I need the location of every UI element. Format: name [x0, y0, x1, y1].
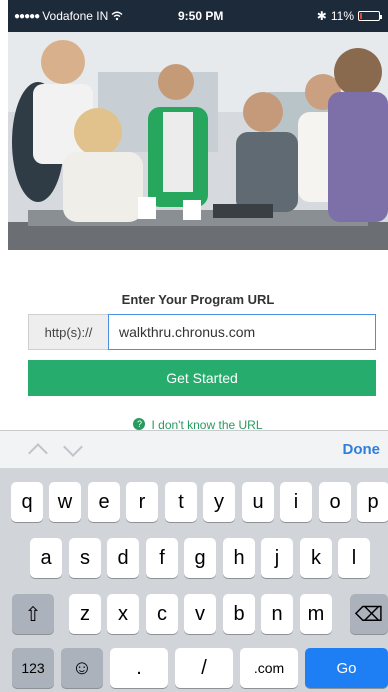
key-f[interactable]: f — [146, 538, 178, 578]
numbers-key[interactable]: 123 — [12, 648, 54, 688]
url-row: http(s):// — [28, 314, 376, 350]
key-b[interactable]: b — [223, 594, 255, 634]
period-key[interactable]: . — [110, 648, 168, 688]
go-key[interactable]: Go — [305, 648, 388, 688]
key-j[interactable]: j — [261, 538, 293, 578]
key-w[interactable]: w — [49, 482, 81, 522]
key-r[interactable]: r — [126, 482, 158, 522]
dont-know-url-link[interactable]: ? I don't know the URL — [8, 418, 388, 430]
key-m[interactable]: m — [300, 594, 332, 634]
get-started-button[interactable]: Get Started — [28, 360, 376, 396]
hero-image — [8, 32, 388, 250]
backspace-key[interactable]: ⌫ — [350, 594, 388, 634]
key-y[interactable]: y — [203, 482, 235, 522]
key-l[interactable]: l — [338, 538, 370, 578]
program-url-form: Enter Your Program URL http(s):// Get St… — [8, 250, 388, 430]
program-url-input[interactable] — [108, 314, 376, 350]
keyboard: q w e r t y u i o p a s d f g h j k l ⇧ … — [0, 468, 388, 692]
key-z[interactable]: z — [69, 594, 101, 634]
key-g[interactable]: g — [184, 538, 216, 578]
status-bar: ●●●●● Vodafone IN 9:50 PM ✱ 11% — [8, 0, 388, 32]
wifi-icon — [111, 11, 123, 21]
key-o[interactable]: o — [319, 482, 351, 522]
key-x[interactable]: x — [107, 594, 139, 634]
help-icon: ? — [133, 418, 146, 430]
chevron-up-icon[interactable] — [28, 443, 48, 463]
bluetooth-icon: ✱ — [316, 9, 327, 23]
key-u[interactable]: u — [242, 482, 274, 522]
key-s[interactable]: s — [69, 538, 101, 578]
key-t[interactable]: t — [165, 482, 197, 522]
battery-fill — [360, 13, 362, 19]
clock: 9:50 PM — [178, 9, 224, 23]
slash-key[interactable]: / — [175, 648, 233, 688]
key-e[interactable]: e — [88, 482, 120, 522]
key-a[interactable]: a — [30, 538, 62, 578]
keyboard-toolbar: Done — [0, 430, 388, 468]
key-c[interactable]: c — [146, 594, 178, 634]
key-p[interactable]: p — [357, 482, 388, 522]
key-i[interactable]: i — [280, 482, 312, 522]
carrier-name: Vodafone IN — [42, 9, 109, 23]
battery-percent: 11% — [330, 9, 354, 23]
key-k[interactable]: k — [300, 538, 332, 578]
key-n[interactable]: n — [261, 594, 293, 634]
key-d[interactable]: d — [107, 538, 139, 578]
done-button[interactable]: Done — [343, 441, 381, 458]
battery-icon — [358, 11, 382, 21]
dont-know-url-label: I don't know the URL — [151, 418, 263, 430]
chevron-down-icon[interactable] — [63, 437, 83, 457]
emoji-key[interactable]: ☺ — [61, 648, 103, 688]
key-h[interactable]: h — [223, 538, 255, 578]
dotcom-key[interactable]: .com — [240, 648, 298, 688]
key-v[interactable]: v — [184, 594, 216, 634]
shift-key[interactable]: ⇧ — [12, 594, 54, 634]
form-title: Enter Your Program URL — [121, 292, 275, 307]
carrier-info: ●●●●● Vodafone IN — [14, 9, 123, 23]
signal-icon: ●●●●● — [14, 10, 40, 22]
url-prefix: http(s):// — [28, 314, 108, 350]
team-meeting-photo — [8, 32, 388, 250]
key-q[interactable]: q — [11, 482, 43, 522]
